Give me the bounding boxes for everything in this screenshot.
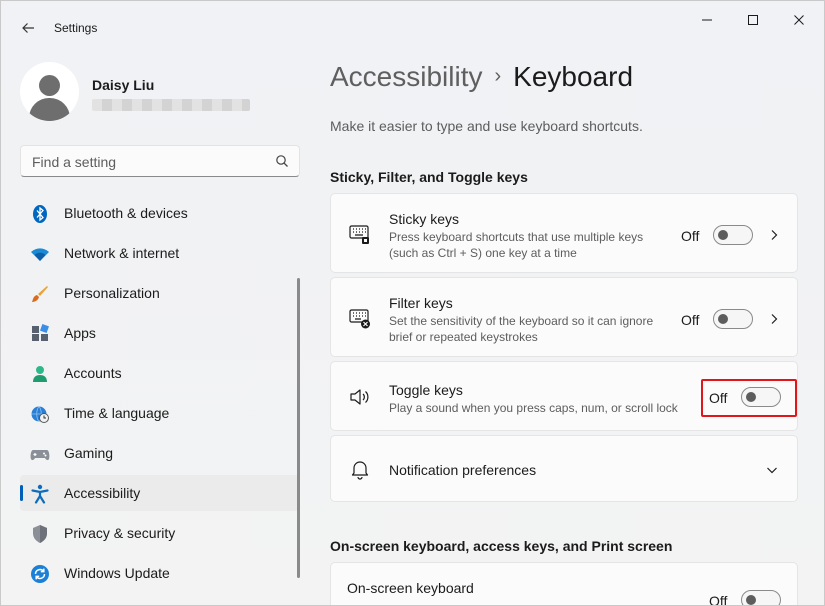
sidebar-nav: Bluetooth & devices Network & internet P… <box>20 195 300 595</box>
sidebar-scrollbar[interactable] <box>297 278 300 578</box>
onscreen-keyboard-card[interactable]: On-screen keyboard Off <box>330 562 798 606</box>
shield-icon <box>33 525 47 543</box>
minimize-button[interactable] <box>685 7 729 33</box>
maximize-icon <box>748 15 758 25</box>
toggle-keys-title: Toggle keys <box>389 382 463 398</box>
chevron-right-icon[interactable] <box>767 312 781 326</box>
back-arrow-icon <box>22 23 34 33</box>
back-button[interactable] <box>15 15 41 41</box>
onscreen-keyboard-state: Off <box>709 593 728 606</box>
sidebar-item-network[interactable]: Network & internet <box>20 235 300 271</box>
close-button[interactable] <box>777 7 821 33</box>
search-icon[interactable] <box>275 154 289 168</box>
sidebar-item-label: Bluetooth & devices <box>64 205 188 221</box>
breadcrumb: Accessibility › Keyboard <box>330 61 633 93</box>
user-email-redacted <box>92 99 250 111</box>
update-icon <box>31 565 49 583</box>
bell-icon <box>351 461 369 480</box>
active-indicator <box>20 485 23 501</box>
sticky-keys-state: Off <box>681 228 700 244</box>
sidebar-item-label: Time & language <box>64 405 170 421</box>
search-placeholder: Find a setting <box>32 154 117 170</box>
sidebar-item-accessibility[interactable]: Accessibility <box>20 475 300 511</box>
app-title: Settings <box>54 21 98 35</box>
page-title: Keyboard <box>513 61 634 92</box>
filter-keys-card[interactable]: Filter keys Set the sensitivity of the k… <box>330 277 798 357</box>
filter-keys-title: Filter keys <box>389 295 453 311</box>
sidebar-item-label: Personalization <box>64 285 160 301</box>
toggle-keys-description: Play a sound when you press caps, num, o… <box>389 401 678 415</box>
sidebar-item-label: Windows Update <box>64 565 170 581</box>
chevron-right-icon[interactable] <box>767 228 781 242</box>
chevron-down-icon[interactable] <box>765 463 779 477</box>
onscreen-keyboard-toggle[interactable] <box>741 590 781 605</box>
filter-keys-toggle[interactable] <box>713 309 753 329</box>
sidebar-item-privacy[interactable]: Privacy & security <box>20 515 300 551</box>
sticky-keys-title: Sticky keys <box>389 211 460 227</box>
brush-icon <box>32 286 48 302</box>
accessibility-icon <box>31 484 49 504</box>
gamepad-icon <box>30 450 50 461</box>
section-title-sticky: Sticky, Filter, and Toggle keys <box>330 169 528 185</box>
bluetooth-icon <box>33 205 47 223</box>
sidebar-item-apps[interactable]: Apps <box>20 315 300 351</box>
sticky-keys-description: Press keyboard shortcuts that use multip… <box>389 230 644 260</box>
sidebar-item-label: Apps <box>64 325 96 341</box>
sidebar-item-bluetooth[interactable]: Bluetooth & devices <box>20 195 300 231</box>
minimize-icon <box>702 19 712 21</box>
sidebar-item-label: Privacy & security <box>64 525 176 541</box>
breadcrumb-parent[interactable]: Accessibility <box>330 61 482 92</box>
sticky-keys-toggle[interactable] <box>713 225 753 245</box>
sidebar-item-windows-update[interactable]: Windows Update <box>20 555 300 591</box>
sticky-keys-card[interactable]: Sticky keys Press keyboard shortcuts tha… <box>330 193 798 273</box>
sticky-keys-icon <box>349 225 369 244</box>
settings-window: Settings Daisy Liu Find a setting Blueto… <box>0 0 825 606</box>
sidebar-item-label: Network & internet <box>64 245 180 261</box>
sidebar-item-label: Accounts <box>64 365 122 381</box>
sidebar-item-time-language[interactable]: Time & language <box>20 395 300 431</box>
sidebar-item-label: Gaming <box>64 445 114 461</box>
search-input[interactable]: Find a setting <box>20 145 300 177</box>
notification-preferences-card[interactable]: Notification preferences <box>330 435 798 502</box>
onscreen-keyboard-title: On-screen keyboard <box>347 580 474 596</box>
accounts-icon <box>33 366 47 382</box>
close-icon <box>794 15 804 25</box>
title-bar: Settings <box>1 1 824 53</box>
globe-clock-icon <box>31 406 49 423</box>
page-subtitle: Make it easier to type and use keyboard … <box>330 118 643 134</box>
filter-keys-state: Off <box>681 312 700 328</box>
notification-preferences-title: Notification preferences <box>389 462 537 478</box>
filter-keys-description: Set the sensitivity of the keyboard so i… <box>389 314 654 344</box>
sidebar-item-gaming[interactable]: Gaming <box>20 435 300 471</box>
speaker-icon <box>350 389 369 405</box>
user-name: Daisy Liu <box>92 77 155 93</box>
section-title-onscreen: On-screen keyboard, access keys, and Pri… <box>330 538 673 554</box>
breadcrumb-separator: › <box>494 65 502 87</box>
highlight-box <box>701 379 797 417</box>
sidebar-item-personalization[interactable]: Personalization <box>20 275 300 311</box>
filter-keys-icon <box>349 309 370 329</box>
apps-icon <box>32 324 49 341</box>
wifi-icon <box>31 248 49 261</box>
sidebar-item-label: Accessibility <box>64 485 141 501</box>
maximize-button[interactable] <box>731 7 775 33</box>
sidebar-item-accounts[interactable]: Accounts <box>20 355 300 391</box>
avatar <box>20 62 79 121</box>
